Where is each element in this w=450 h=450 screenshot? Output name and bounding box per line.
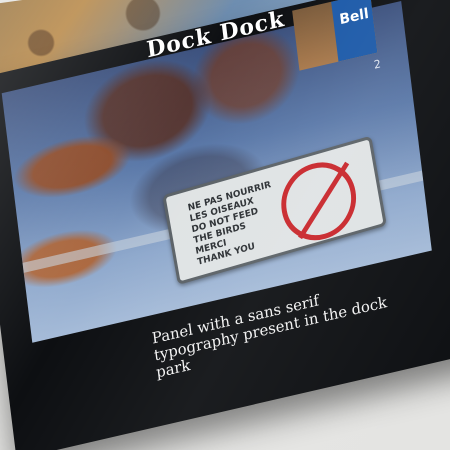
magazine-scene: NE PAS NOURRIR LES OISEAUX DO NOT FEED T… xyxy=(0,0,450,450)
magazine-spread: NE PAS NOURRIR LES OISEAUX DO NOT FEED T… xyxy=(0,0,450,450)
side-page-number: 2 xyxy=(373,57,382,72)
